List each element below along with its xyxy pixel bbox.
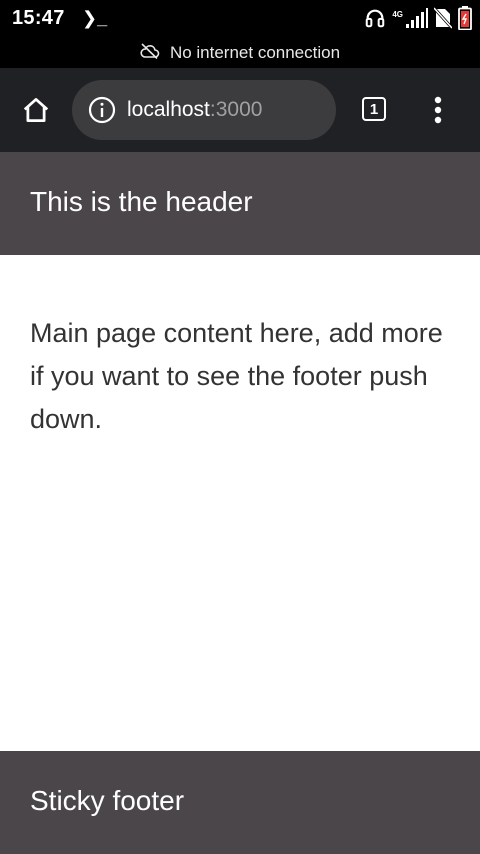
page-header-title: This is the header	[30, 186, 253, 217]
info-icon[interactable]	[88, 96, 116, 129]
page-footer: Sticky footer	[0, 751, 480, 854]
battery-icon	[458, 6, 472, 30]
page-footer-text: Sticky footer	[30, 785, 185, 816]
home-button[interactable]	[18, 92, 54, 128]
headphones-icon	[364, 7, 386, 29]
terminal-icon: ❯_	[82, 8, 108, 28]
no-sim-icon	[434, 7, 452, 29]
phone-screen: 15:47 ❯_ 4G No internet connection local…	[0, 0, 480, 854]
offline-banner: No internet connection	[0, 38, 480, 68]
page-header: This is the header	[0, 152, 480, 255]
url-host: localhost	[127, 98, 210, 121]
url-port: :3000	[209, 98, 263, 121]
tab-count: 1	[369, 100, 379, 118]
address-bar[interactable]: localhost:3000	[72, 80, 336, 140]
tab-switcher-button[interactable]: 1	[362, 97, 386, 121]
cloud-off-icon	[140, 42, 160, 64]
status-time: 15:47	[12, 7, 65, 29]
url-text[interactable]: localhost:3000	[127, 98, 262, 122]
status-bar: 15:47 ❯_ 4G	[0, 0, 480, 38]
more-menu-button[interactable]	[424, 94, 452, 126]
main-content: Main page content here, add more if you …	[30, 318, 443, 434]
signal-icon	[406, 8, 428, 28]
status-icons: 4G	[364, 6, 472, 30]
home-icon	[23, 98, 49, 122]
network-type-label: 4G	[392, 9, 403, 19]
more-vert-icon	[434, 96, 442, 124]
browser-toolbar: localhost:3000 1	[0, 68, 480, 152]
offline-banner-text: No internet connection	[169, 43, 341, 62]
